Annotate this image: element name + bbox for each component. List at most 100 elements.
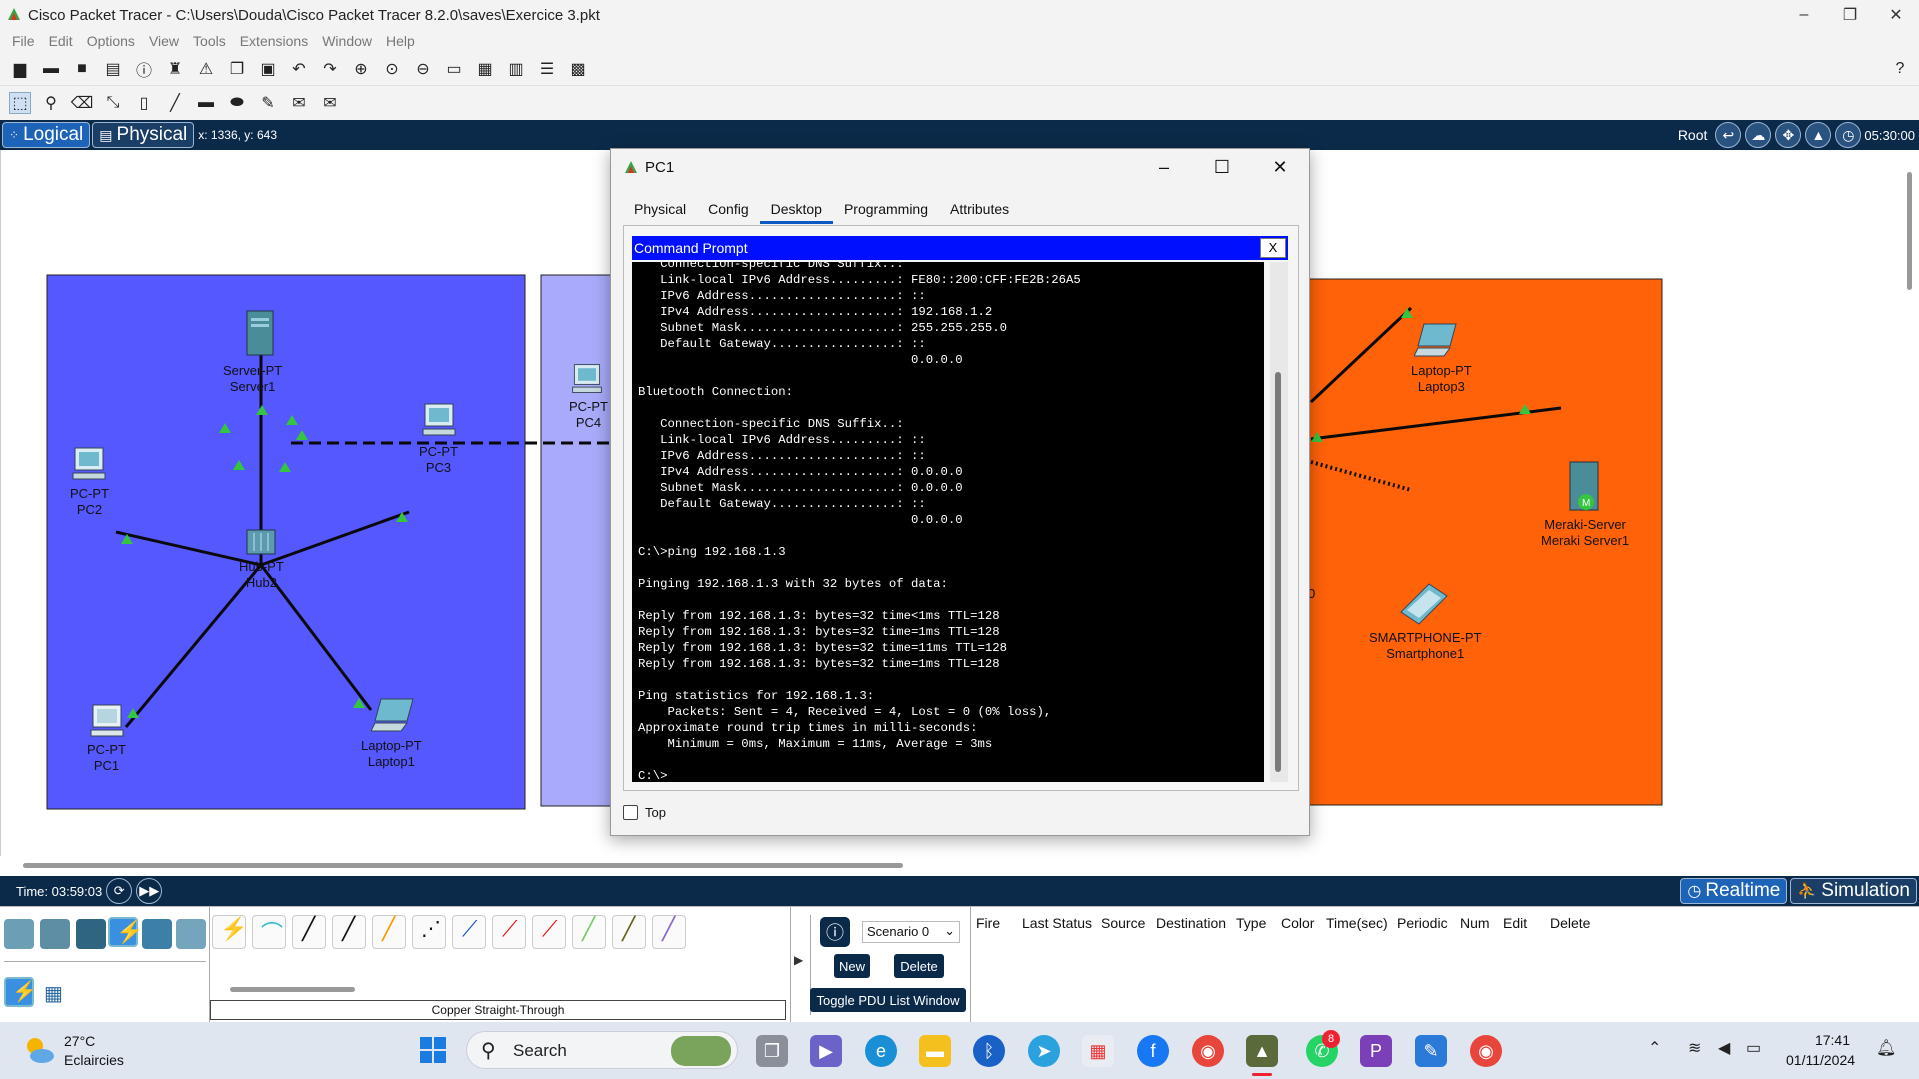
iot-cable-icon[interactable]: ╱ [612, 915, 646, 949]
chrome-icon[interactable]: ◉ [1192, 1035, 1224, 1067]
server1-device-icon[interactable] [244, 308, 276, 358]
fast-forward-icon[interactable]: ▶▶ [136, 878, 163, 904]
windows-start-icon[interactable] [419, 1036, 447, 1064]
menu-window[interactable]: Window [322, 33, 372, 49]
command-prompt-close-button[interactable]: X [1260, 238, 1286, 258]
microsoft-store-icon[interactable]: ▦ [1082, 1035, 1114, 1067]
print-icon[interactable]: ▤ [102, 58, 124, 80]
help-icon[interactable]: ? [1889, 58, 1911, 80]
pc1-device-icon[interactable] [87, 703, 127, 739]
telegram-icon[interactable]: ➤ [1028, 1035, 1060, 1067]
zoom-in-icon[interactable]: ⊕ [350, 58, 372, 80]
terminal-scrollbar-thumb[interactable] [1275, 372, 1281, 772]
redo-icon[interactable]: ↷ [319, 58, 341, 80]
tab-physical[interactable]: Physical [623, 197, 697, 224]
menu-file[interactable]: File [12, 33, 35, 49]
menu-options[interactable]: Options [87, 33, 135, 49]
menu-view[interactable]: View [149, 33, 179, 49]
viewport-clock-icon[interactable]: ◷ [1835, 122, 1862, 148]
components-category-icon[interactable] [76, 919, 106, 949]
zoom-reset-icon[interactable]: ⊙ [381, 58, 403, 80]
packet-tracer-taskbar-icon[interactable]: ▲ [1246, 1035, 1278, 1067]
connections-category-icon[interactable]: ⚡ [108, 917, 143, 947]
network-devices-category-icon[interactable] [4, 919, 34, 949]
tab-config[interactable]: Config [697, 197, 759, 224]
connections-subcategory-icon[interactable]: ⚡ [4, 977, 37, 1007]
file-explorer-icon[interactable]: ▬ [919, 1035, 951, 1067]
laptop3-device-icon[interactable] [1414, 322, 1460, 360]
toggle-pdu-list-button[interactable]: Toggle PDU List Window [810, 988, 966, 1012]
rectangle-tool-icon[interactable]: ▬ [195, 92, 217, 114]
crossover-cable-icon[interactable]: ╱ [332, 915, 366, 949]
taskbar-clock[interactable]: 17:41 01/11/2024 [1786, 1030, 1855, 1070]
laptop1-device-icon[interactable] [371, 697, 417, 735]
cluster-icon[interactable]: ▥ [505, 58, 527, 80]
complex-pdu-icon[interactable]: ✉ [319, 92, 341, 114]
menu-extensions[interactable]: Extensions [240, 33, 308, 49]
chrome-profile-icon[interactable]: ◉ [1470, 1035, 1502, 1067]
dialog-close-button[interactable]: ✕ [1251, 149, 1309, 185]
hub2-device-icon[interactable] [244, 527, 278, 557]
dialog-minimize-button[interactable]: – [1135, 149, 1193, 185]
misc-category-icon[interactable] [142, 919, 172, 949]
simple-pdu-icon[interactable]: ✉ [288, 92, 310, 114]
expand-arrow-icon[interactable]: ▶ [794, 953, 803, 967]
teams-icon[interactable]: ▶ [810, 1035, 842, 1067]
tab-programming[interactable]: Programming [833, 197, 939, 224]
octal-cable-icon[interactable]: ╱ [572, 915, 606, 949]
set-background-icon[interactable]: ▲ [1805, 122, 1832, 148]
tab-desktop[interactable]: Desktop [759, 197, 833, 224]
taskbar-search-box[interactable]: ⚲ Search [466, 1031, 738, 1069]
battery-icon[interactable]: ▭ [1746, 1038, 1761, 1058]
menu-edit[interactable]: Edit [49, 33, 73, 49]
new-cluster-icon[interactable]: ☁ [1745, 122, 1772, 148]
zoom-out-icon[interactable]: ⊖ [412, 58, 434, 80]
info-icon[interactable]: ⓘ [133, 58, 155, 80]
line-tool-icon[interactable]: ╱ [164, 92, 186, 114]
pc3-device-icon[interactable] [419, 402, 459, 438]
custom-device-icon[interactable]: ▦ [474, 58, 496, 80]
weather-widget[interactable]: 27°C Eclaircies [64, 1032, 124, 1070]
network-devices-icon[interactable]: ☰ [536, 58, 558, 80]
scenario-select[interactable]: Scenario 0 ⌄ [862, 921, 960, 943]
wifi-icon[interactable]: ≋ [1688, 1038, 1701, 1058]
inspect-tool-icon[interactable]: ⚲ [40, 92, 62, 114]
paste-icon[interactable]: ▣ [257, 58, 279, 80]
show-hidden-icons-icon[interactable]: ⌃ [1648, 1038, 1661, 1058]
freeform-tool-icon[interactable]: ✎ [257, 92, 279, 114]
tab-attributes[interactable]: Attributes [939, 197, 1020, 224]
undo-icon[interactable]: ↶ [288, 58, 310, 80]
delete-scenario-button[interactable]: Delete [894, 954, 944, 978]
grid-subcategory-icon[interactable]: ▦ [44, 981, 74, 1011]
physical-view-button[interactable]: ▤ Physical [92, 122, 195, 148]
user-profile-icon[interactable]: ⚠ [195, 58, 217, 80]
resize-tool-icon[interactable]: ⤡ [102, 92, 124, 114]
note-tool-icon[interactable]: ▯ [133, 92, 155, 114]
copy-icon[interactable]: ❐ [226, 58, 248, 80]
fiber-cable-icon[interactable]: ╱ [372, 915, 406, 949]
power-cycle-icon[interactable]: ⟳ [106, 878, 133, 904]
save-icon[interactable]: ■ [71, 58, 93, 80]
delete-tool-icon[interactable]: ⌫ [71, 92, 94, 114]
terminal-scrollbar[interactable] [1270, 262, 1288, 782]
scenario-info-icon[interactable]: ⓘ [820, 917, 850, 947]
open-folder-icon[interactable]: ▬ [40, 58, 62, 80]
logical-view-button[interactable]: ⁘ Logical [2, 122, 91, 148]
canvas-vscrollbar[interactable] [1907, 172, 1912, 290]
back-icon[interactable]: ↩ [1715, 122, 1742, 148]
drawing-palette-icon[interactable]: ▭ [443, 58, 465, 80]
canvas-hscrollbar[interactable] [23, 863, 903, 868]
serial-dce-cable-icon[interactable]: ⟋ [492, 915, 526, 949]
volume-icon[interactable]: ◀ [1718, 1038, 1730, 1058]
menu-help[interactable]: Help [386, 33, 415, 49]
weather-icon[interactable] [22, 1034, 56, 1066]
terminal-output[interactable]: Connection-specific DNS Suffix..: Link-l… [632, 262, 1264, 782]
new-scenario-button[interactable]: New [834, 954, 870, 978]
facebook-icon[interactable]: f [1137, 1035, 1169, 1067]
new-file-icon[interactable]: ▆ [9, 58, 31, 80]
multiuser-category-icon[interactable] [176, 919, 206, 949]
notification-bell-icon[interactable]: 🔔︎ [1876, 1038, 1896, 1058]
automatic-cable-icon[interactable]: ⚡ [212, 915, 247, 949]
dialog-maximize-button[interactable]: ☐ [1193, 149, 1251, 185]
bluetooth-icon[interactable]: ᛒ [973, 1035, 1005, 1067]
